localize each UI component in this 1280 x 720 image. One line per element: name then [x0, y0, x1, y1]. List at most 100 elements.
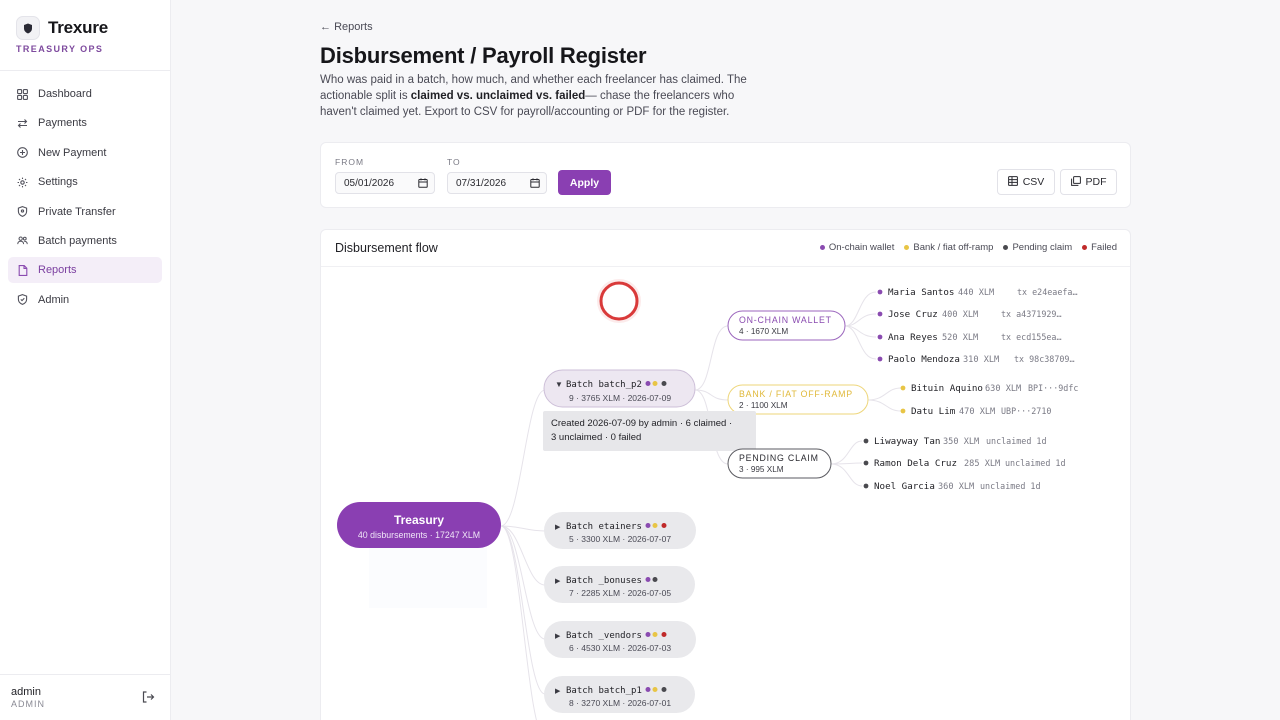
batch-sub: 9 · 3765 XLM · 2026-07-09: [569, 393, 671, 403]
apply-button[interactable]: Apply: [558, 170, 611, 195]
batch-node[interactable]: ▶ Batch etainers 5 · 3300 XLM · 2026-07-…: [544, 512, 696, 549]
batch-label: Batch batch_p2: [566, 380, 642, 390]
sidebar-item-private-transfer[interactable]: Private Transfer: [8, 199, 162, 225]
svg-text:Ana Reyes520 XLMtx ecd155ea…: Ana Reyes 520 XLM tx ecd155ea…: [888, 332, 1062, 343]
sidebar-item-reports[interactable]: Reports: [8, 257, 162, 284]
user-role: ADMIN: [11, 699, 45, 709]
status-dot: [863, 483, 869, 489]
group-node-bank[interactable]: BANK / FIAT OFF-RAMP 2 · 1100 XLM: [727, 384, 869, 415]
payee-row[interactable]: Ramon Dela Cruz 285 XLM unclaimed 1d: [863, 458, 1066, 469]
payee-name: Bituin Aquino: [911, 383, 983, 394]
status-dot: [645, 687, 651, 692]
payee-note: tx 98c38709…: [1014, 354, 1075, 364]
gear-icon: [17, 177, 28, 188]
batch-label: Batch batch_p1: [566, 686, 642, 696]
shield-check-icon: [17, 294, 28, 306]
svg-text:Datu Lim470 XLMUBP···2710: Datu Lim 470 XLM UBP···2710: [911, 406, 1051, 417]
calendar-icon[interactable]: [530, 178, 540, 188]
payee-name: Ramon Dela Cruz: [874, 458, 957, 469]
status-dot: [661, 687, 667, 692]
status-dot: [900, 385, 906, 391]
status-dot: [877, 289, 883, 295]
document-icon: [17, 264, 28, 276]
leaf-list-bank: Bituin Aquino 630 XLM BPI···9dfc Datu Lim 4…: [900, 383, 1079, 417]
caret-right-icon: ▶: [555, 688, 561, 695]
sidebar-item-settings[interactable]: Settings: [8, 169, 162, 195]
batch-node[interactable]: ▼ Batch batch_p2 9 · 3765 XLM · 2026-07-…: [543, 369, 696, 408]
from-label: FROM: [335, 157, 365, 167]
status-dot: [645, 577, 651, 582]
sidebar-item-batch-payments[interactable]: Batch payments: [8, 228, 162, 254]
flow-diagram: Treasury 40 disbursements · 17247 XLM ▼ …: [337, 279, 1079, 720]
treasury-sub: 40 disbursements · 17247 XLM: [358, 530, 480, 540]
payee-row[interactable]: Bituin Aquino 630 XLM BPI···9dfc: [900, 383, 1079, 394]
group-sub: 2 · 1100 XLM: [739, 401, 788, 410]
payee-amount: 285 XLM: [964, 459, 1000, 469]
from-date-input[interactable]: 05/01/2026: [335, 172, 435, 194]
batch-node[interactable]: ▶ Batch _vendors 6 · 4530 XLM · 2026-07-…: [544, 621, 696, 658]
batch-node[interactable]: ▶ Batch batch_p1 8 · 3270 XLM · 2026-07-…: [544, 676, 695, 713]
payee-name: Liwayway Tan: [874, 436, 940, 447]
batch-sub: 5 · 3300 XLM · 2026-07-07: [569, 534, 671, 544]
filter-card: FROM 05/01/2026 TO 07/31/2026 Apply CSV …: [320, 142, 1131, 208]
group-sub: 4 · 1670 XLM: [739, 327, 788, 336]
batch-node[interactable]: ▶ Batch _bonuses 7 · 2285 XLM · 2026-07-…: [544, 566, 695, 603]
payee-name: Paolo Mendoza: [888, 354, 960, 365]
plus-circle-icon: [17, 147, 28, 159]
svg-text:Noel Garcia360 XLMunclaimed 1d: Noel Garcia 360 XLM unclaimed 1d: [874, 481, 1041, 492]
status-dot: [652, 632, 658, 637]
group-node-pending[interactable]: PENDING CLAIM 3 · 995 XLM: [727, 448, 832, 479]
sidebar-item-payments[interactable]: Payments: [8, 110, 162, 136]
sidebar-item-new-payment[interactable]: New Payment: [8, 140, 162, 166]
sidebar-item-dashboard[interactable]: Dashboard: [8, 81, 162, 107]
shield-icon: [17, 206, 28, 218]
status-dot: [877, 334, 883, 340]
treasury-node[interactable]: Treasury 40 disbursements · 17247 XLM: [337, 502, 501, 548]
status-dot: [863, 460, 869, 466]
treasury-title: Treasury: [394, 513, 444, 527]
pdf-export-button[interactable]: PDF: [1060, 169, 1117, 195]
caret-right-icon: ▶: [555, 578, 561, 585]
copy-document-icon: [1070, 175, 1081, 189]
payee-name: Datu Lim: [911, 406, 956, 417]
shield-logo-icon: [16, 16, 40, 40]
calendar-icon[interactable]: [418, 178, 428, 188]
payee-amount: 360 XLM: [938, 482, 974, 492]
payee-row[interactable]: Noel Garcia 360 XLM unclaimed 1d: [863, 481, 1041, 492]
payee-row[interactable]: Datu Lim 470 XLM UBP···2710: [900, 406, 1052, 417]
csv-label: CSV: [1022, 176, 1045, 188]
page-title: Disbursement / Payroll Register: [320, 43, 647, 68]
from-date-value: 05/01/2026: [344, 178, 395, 189]
group-node-onchain[interactable]: ON-CHAIN WALLET 4 · 1670 XLM: [727, 310, 846, 341]
sidebar-item-admin[interactable]: Admin: [8, 287, 162, 313]
status-dot: [645, 381, 651, 386]
to-date-input[interactable]: 07/31/2026: [447, 172, 547, 194]
payee-row[interactable]: Maria Santos 440 XLM tx e24eaefa…: [877, 287, 1078, 298]
leaf-list-onchain: Maria Santos 440 XLM tx e24eaefa… Jose Cru…: [877, 287, 1078, 365]
payee-amount: 440 XLM: [958, 288, 994, 298]
payee-amount: 400 XLM: [942, 310, 978, 320]
batch-label: Batch _bonuses: [566, 576, 642, 586]
status-dot: [661, 381, 667, 386]
payee-row[interactable]: Liwayway Tan 350 XLM unclaimed 1d: [863, 436, 1047, 447]
payee-note: unclaimed 1d: [980, 481, 1041, 491]
payee-amount: 520 XLM: [942, 333, 978, 343]
sidebar-item-label: Dashboard: [38, 88, 92, 100]
payee-row[interactable]: Paolo Mendoza 310 XLM tx 98c38709…: [877, 354, 1075, 365]
back-link[interactable]: ← Reports: [320, 21, 373, 33]
logout-icon[interactable]: [141, 690, 155, 704]
to-label: TO: [447, 157, 461, 167]
payee-name: Jose Cruz: [888, 309, 938, 320]
payee-row[interactable]: Jose Cruz 400 XLM tx a4371929…: [877, 309, 1062, 320]
user-panel: admin ADMIN: [0, 674, 171, 720]
leaf-list-pending: Liwayway Tan 350 XLM unclaimed 1d Ramon De…: [863, 436, 1066, 492]
status-dot: [661, 632, 667, 637]
caret-down-icon: ▼: [555, 380, 563, 389]
svg-text:Paolo Mendoza310 XLMtx 98c3870: Paolo Mendoza 310 XLM tx 98c38709…: [888, 354, 1075, 365]
treasury-shadow: [369, 548, 487, 608]
payee-row[interactable]: Ana Reyes 520 XLM tx ecd155ea…: [877, 332, 1062, 343]
batch-sub: 7 · 2285 XLM · 2026-07-05: [569, 588, 671, 598]
payee-note: tx e24eaefa…: [1017, 287, 1078, 297]
csv-export-button[interactable]: CSV: [997, 169, 1055, 195]
svg-text:Ramon Dela Cruz285 XLMunclaime: Ramon Dela Cruz 285 XLM unclaimed 1d: [874, 458, 1066, 469]
